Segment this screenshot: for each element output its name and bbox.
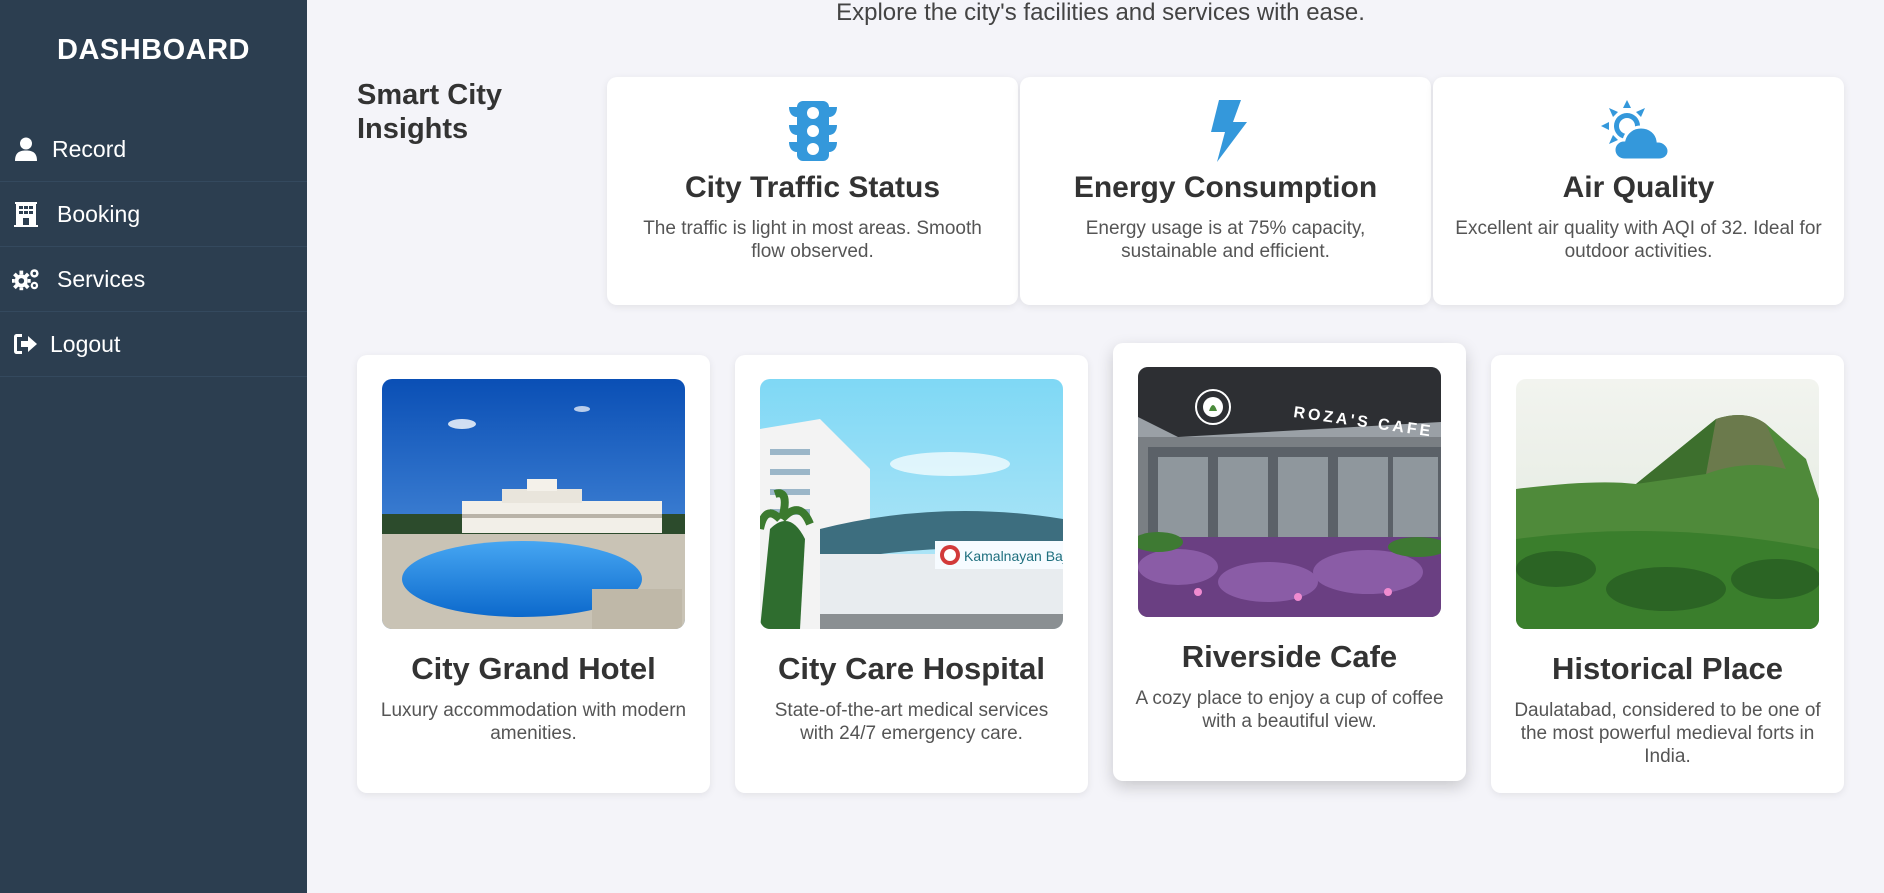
sidebar-item-label: Services <box>57 265 146 292</box>
insight-text: Excellent air quality with AQI of 32. Id… <box>1455 218 1822 262</box>
place-card-historical[interactable]: Historical Place Daulatabad, considered … <box>1491 355 1844 793</box>
sidebar-item-label: Booking <box>57 200 141 227</box>
sidebar-item-record[interactable]: Record <box>0 117 307 182</box>
sidebar-item-label: Logout <box>50 330 121 357</box>
insight-card-energy: Energy Consumption Energy usage is at 75… <box>1020 77 1431 305</box>
place-title: Historical Place <box>1552 651 1783 686</box>
insight-card-air-quality: Air Quality Excellent air quality with A… <box>1433 77 1844 305</box>
sidebar-item-logout[interactable]: Logout <box>0 312 307 377</box>
place-title: City Care Hospital <box>777 651 1045 686</box>
sidebar-item-label: Record <box>52 135 127 162</box>
hotel-image <box>382 379 685 629</box>
place-title: City Grand Hotel <box>411 651 656 686</box>
insight-title: City Traffic Status <box>684 171 941 204</box>
cafe-image: ROZA'S CAFE <box>1138 367 1441 617</box>
place-text: State-of-the-art medical services with 2… <box>774 700 1049 744</box>
hospital-image: Kamalnayan Bajaj H <box>760 379 1063 629</box>
place-card-hotel[interactable]: City Grand Hotel Luxury accommodation wi… <box>357 355 710 793</box>
traffic-light-icon <box>607 101 1018 161</box>
fort-image <box>1516 379 1819 629</box>
sidebar-item-booking[interactable]: Booking <box>0 182 307 247</box>
hospital-sign-text: Kamalnayan Bajaj H <box>964 548 1063 564</box>
sign-out-icon <box>12 331 40 357</box>
main-content: Explore the city's facilities and servic… <box>307 0 1884 893</box>
insight-card-traffic: City Traffic Status The traffic is light… <box>607 77 1018 305</box>
page-subtitle: Explore the city's facilities and servic… <box>836 0 1365 26</box>
sidebar: DASHBOARD Record Booking Services Logout <box>0 0 307 893</box>
insight-text: The traffic is light in most areas. Smoo… <box>643 218 982 262</box>
cloud-sun-icon <box>1433 100 1844 162</box>
sidebar-title: DASHBOARD <box>57 34 250 66</box>
sidebar-item-services[interactable]: Services <box>0 247 307 312</box>
bolt-icon <box>1020 100 1431 162</box>
insight-title: Energy Consumption <box>1073 171 1378 204</box>
insight-text: Energy usage is at 75% capacity, sustain… <box>1085 218 1366 262</box>
user-icon <box>12 136 40 162</box>
place-card-hospital[interactable]: Kamalnayan Bajaj H City Care Hospital St… <box>735 355 1088 793</box>
place-text: Luxury accommodation with modern ameniti… <box>380 700 687 744</box>
place-text: Daulatabad, considered to be one of the … <box>1514 700 1821 767</box>
insights-title: Smart City Insights <box>357 79 503 145</box>
place-title: Riverside Cafe <box>1181 639 1398 674</box>
place-text: A cozy place to enjoy a cup of coffee wi… <box>1135 688 1444 732</box>
insight-title: Air Quality <box>1562 171 1715 204</box>
place-card-cafe[interactable]: ROZA'S CAFE Riverside Cafe A cozy place … <box>1113 343 1466 781</box>
gears-icon <box>12 266 40 292</box>
building-icon <box>12 201 40 227</box>
